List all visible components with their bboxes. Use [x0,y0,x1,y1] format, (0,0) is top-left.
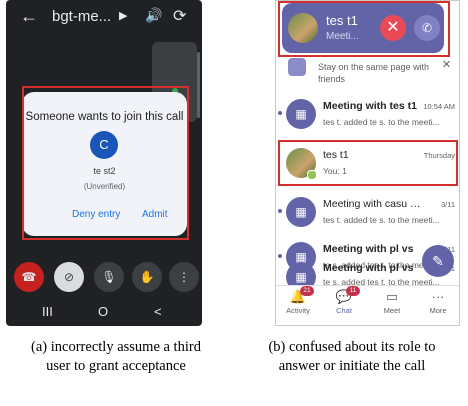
people-icon [288,58,306,76]
decline-call-button[interactable]: ✕ [380,15,406,41]
caption-left: (a) incorrectly assume a third user to g… [0,338,232,376]
unread-dot [278,209,282,213]
calendar-icon: ▦ [286,197,316,227]
join-request-dialog: Someone wants to join this call C te st2… [22,92,187,236]
arrow-left-icon[interactable]: ← [20,6,38,27]
video-icon: ▭ [385,289,399,304]
raise-hand-button[interactable]: ✋ [132,262,162,292]
chat-time: 3/11 [440,200,455,209]
compose-icon: ✎ [432,253,444,269]
close-icon[interactable]: ✕ [442,58,451,71]
chat-title: Meeting with casu medu [323,198,421,210]
back-button[interactable]: < [154,304,162,319]
caller-name: tes t1 [326,13,358,28]
microphone-icon: 🎙 [101,270,117,284]
chat-title: Meeting with pl vs [323,243,414,255]
more-vertical-icon: ⋮ [178,270,190,284]
more-horizontal-icon: ··· [431,289,445,304]
meet-top-bar: ← bgt-me... ▶ 🔊 ⟳ [6,0,202,34]
chat-title: tes t1 [323,149,349,161]
chat-preview: tes t. added te s. to the meeti... [323,117,440,127]
tab-label: Meet [383,306,401,315]
unread-dot [278,254,282,258]
calendar-icon: ▦ [286,99,316,129]
call-subtitle: Meeti... [326,31,359,42]
recents-button[interactable]: III [42,304,53,319]
camera-off-button[interactable]: ⊘ [54,262,84,292]
chat-list-item[interactable]: tes t1 Thursday You: 1 [276,141,459,189]
play-icon[interactable]: ▶ [119,9,127,22]
more-options-button[interactable]: ⋮ [169,262,199,292]
new-chat-button[interactable]: ✎ [422,245,454,277]
chat-title: Meeting with pl vs [323,262,414,274]
chat-list-item[interactable]: ▦ Meeting with casu medu 3/11 tes t. add… [276,190,459,238]
chat-preview: You: 1 [323,166,347,176]
admit-button[interactable]: Admit [142,209,168,220]
hang-up-button[interactable]: ☎ [14,262,44,292]
verification-status: (Unverified) [83,182,126,191]
promo-banner-text: Stay on the same page with friends [318,62,430,84]
phone-icon: ✆ [421,21,433,35]
home-button[interactable]: O [98,304,108,319]
chat-preview: tes t. added te s. to the meeti... [323,215,440,225]
activity-badge: 21 [300,286,314,296]
presence-available-icon [307,170,317,180]
chat-time: Thursday [423,151,455,160]
caption-right: (b) confused about its role to answer or… [236,338,468,376]
microphone-button[interactable]: 🎙 [94,262,124,292]
tab-activity[interactable]: 🔔 21 Activity [278,286,318,315]
hand-icon: ✋ [139,270,155,284]
tab-chat[interactable]: 💬 11 Chat [324,286,364,315]
phone-hangup-icon: ☎ [21,270,37,284]
tab-label: More [429,306,447,315]
android-nav-bar: III O < [6,300,202,326]
camera-off-icon: ⊘ [63,270,75,284]
chat-list-item[interactable]: ▦ Meeting with tes t1 10:54 AM tes t. ad… [276,92,459,140]
call-controls: ☎ ⊘ 🎙 ✋ ⋮ [6,262,202,292]
tab-more[interactable]: ··· More [418,288,458,315]
caption-line: answer or initiate the call [278,358,426,374]
meeting-title: bgt-me... [52,8,112,25]
speaker-icon[interactable]: 🔊 [145,7,162,24]
accept-call-button[interactable]: ✆ [414,15,440,41]
caller-avatar [288,13,318,43]
chat-title: Meeting with tes t1 [323,100,417,112]
requester-name: te st2 [93,166,116,176]
tab-label: Activity [286,306,310,315]
caption-line: user to grant acceptance [46,358,186,374]
google-meet-screen: ← bgt-me... ▶ 🔊 ⟳ Someone wants to join … [6,0,202,326]
unread-dot [278,111,282,115]
close-icon: ✕ [386,19,400,36]
avatar: C [90,131,118,159]
bottom-tab-bar: 🔔 21 Activity 💬 11 Chat ▭ Meet ··· More [276,285,459,325]
teams-chat-screen: Stay on the same page with friends ✕ tes… [275,0,460,326]
camera-switch-icon[interactable]: ⟳ [173,6,186,26]
caption-line: (a) incorrectly assume a third [31,339,201,355]
caption-line: (b) confused about its role to [268,339,436,355]
tab-meet[interactable]: ▭ Meet [372,288,412,315]
dialog-title: Someone wants to join this call [25,111,184,123]
scrollbar[interactable] [197,52,200,118]
chat-badge: 11 [346,286,360,296]
tab-label: Chat [336,306,352,315]
chat-time: 10:54 AM [423,102,455,111]
deny-entry-button[interactable]: Deny entry [72,209,120,220]
incoming-call-banner[interactable]: tes t1 Meeti... ✕ ✆ [282,3,444,53]
